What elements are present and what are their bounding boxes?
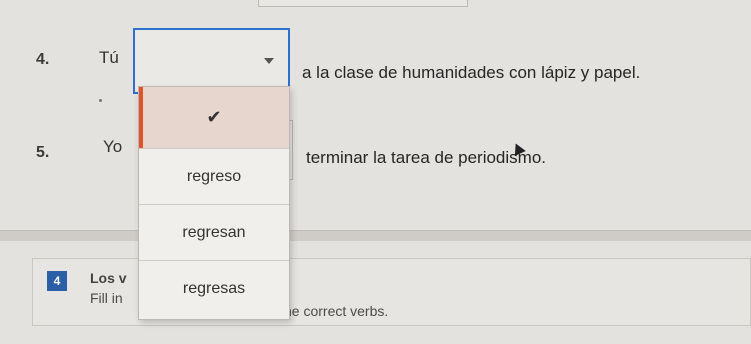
checkmark-icon: ✔	[206, 107, 222, 127]
dropdown-option-regresas[interactable]: regresas	[139, 261, 289, 317]
section-divider	[0, 230, 751, 241]
activity-instruction-start: Fill in	[90, 290, 123, 306]
verb-dropdown-list[interactable]: ✔ regreso regresan regresas	[138, 86, 290, 320]
stray-dot	[99, 99, 102, 102]
item-5-sentence-rest: terminar la tarea de periodismo.	[306, 148, 547, 167]
item-5-subject: Yo	[103, 137, 123, 156]
activity-instruction-end: he correct verbs.	[284, 303, 389, 319]
dropdown-option-regresan[interactable]: regresan	[139, 205, 289, 261]
activity-number-badge: 4	[47, 271, 67, 291]
chevron-down-icon[interactable]	[264, 58, 274, 64]
item-4-sentence-rest: a la clase de humanidades con lápiz y pa…	[302, 63, 641, 82]
item-4-verb-select[interactable]	[133, 28, 290, 94]
item-4-number: 4.	[36, 51, 50, 68]
item-5-number: 5.	[36, 144, 50, 161]
dropdown-option-regreso[interactable]: regreso	[139, 149, 289, 205]
dropdown-option-blank-selected[interactable]: ✔	[139, 87, 289, 149]
activity-title: Los v	[90, 270, 127, 286]
previous-answer-box	[258, 0, 468, 7]
item-4-subject: Tú	[99, 48, 119, 67]
